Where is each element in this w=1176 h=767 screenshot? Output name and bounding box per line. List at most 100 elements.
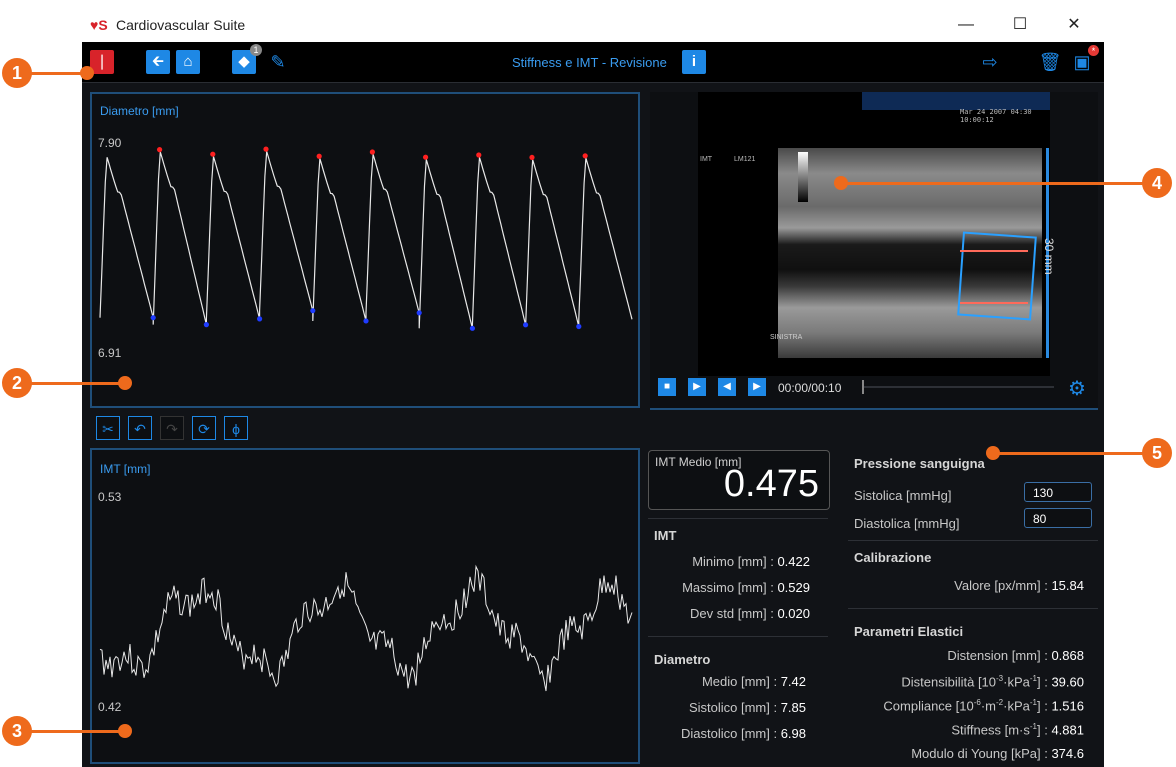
elastic-title: Parametri Elastici — [854, 624, 964, 639]
callout-5-line — [996, 452, 1144, 455]
video-seek-handle[interactable] — [862, 380, 864, 394]
diastolic-trough-marker — [363, 318, 369, 324]
scale-label: 30 mm — [1042, 238, 1056, 275]
cut-tool-button[interactable]: ✂ — [96, 416, 120, 440]
minimize-button[interactable]: — — [946, 12, 986, 38]
ultrasound-imt-label: IMT — [700, 156, 713, 163]
callout-4-line — [842, 182, 1144, 185]
roi-lower-trace — [960, 302, 1028, 304]
diastolic-trough-marker — [310, 308, 316, 314]
ultrasound-time: 10:00:12 — [960, 116, 994, 124]
diameter-chart-panel: Diametro [mm] 7.90 6.91 — [90, 92, 640, 408]
redo-icon: ↷ — [166, 421, 178, 437]
callout-3-dot — [118, 724, 132, 738]
imt-waveform[interactable] — [92, 450, 638, 762]
diastolic-input[interactable]: 80 — [1024, 508, 1092, 528]
diametro-stats-title: Diametro — [654, 652, 711, 667]
imt-medio-value: 0.475 — [723, 463, 819, 505]
step-forward-icon: ▶ — [753, 381, 761, 392]
step-back-icon: ◀ — [723, 381, 731, 392]
imt-max-row: Massimo [mm] : 0.529 — [682, 580, 810, 595]
video-time: 00:00/00:10 — [778, 381, 842, 395]
play-icon: ▶ — [693, 381, 701, 392]
grayscale-bar — [798, 152, 808, 202]
diametro-diastolico-row: Diastolico [mm] : 6.98 — [680, 726, 806, 741]
imt-medio-box: IMT Medio [mm] 0.475 — [648, 450, 830, 510]
tag-count-badge: 1 — [250, 44, 262, 56]
video-seek-bar[interactable] — [862, 386, 1054, 388]
redo-button[interactable]: ↷ — [160, 416, 184, 440]
imt-min-row: Minimo [mm] : 0.422 — [692, 554, 810, 569]
callout-2-dot — [118, 376, 132, 390]
stop-icon: ■ — [663, 381, 671, 392]
edit-button[interactable]: ✎ — [266, 50, 290, 74]
callout-4: 4 — [1142, 168, 1172, 198]
systolic-peak-marker — [263, 146, 269, 152]
diastolic-trough-marker — [150, 315, 156, 321]
back-arrow-icon: 🡰 — [151, 53, 165, 70]
divider — [648, 636, 828, 637]
step-back-button[interactable]: ◀ — [718, 378, 736, 396]
imt-trace — [99, 564, 633, 692]
phi-button[interactable]: ϕ — [224, 416, 248, 440]
diameter-waveform[interactable] — [92, 94, 638, 406]
info-button[interactable]: i — [682, 50, 706, 74]
callout-1: 1 — [2, 58, 32, 88]
phi-icon: ϕ — [232, 421, 240, 437]
callout-5-dot — [986, 446, 1000, 460]
young-row: Modulo di Young [kPa] : 374.6 — [911, 746, 1084, 761]
home-button[interactable]: ⌂ — [176, 50, 200, 74]
calibration-title: Calibrazione — [854, 550, 932, 565]
maximize-button[interactable]: ☐ — [1000, 12, 1040, 38]
divider — [648, 518, 828, 519]
settings-gear-icon[interactable]: ⚙ — [1068, 376, 1086, 401]
ultrasound-bottom-label: SINISTRA — [770, 334, 803, 341]
pressure-title: Pressione sanguigna — [854, 456, 985, 471]
unsaved-badge: * — [1088, 45, 1099, 56]
imt-stats-title: IMT — [654, 528, 677, 543]
callout-4-dot — [834, 176, 848, 190]
callout-3-line — [30, 730, 122, 733]
scissors-icon: ✂ — [102, 421, 114, 437]
callout-5: 5 — [1142, 438, 1172, 468]
ultrasound-side-label: LM121 — [734, 156, 756, 163]
systolic-label: Sistolica [mmHg] — [854, 488, 952, 503]
step-forward-button[interactable]: ▶ — [748, 378, 766, 396]
imt-std-row: Dev std [mm] : 0.020 — [690, 606, 810, 621]
app-logo-icon: ♥S — [90, 17, 108, 33]
diametro-sistolico-row: Sistolico [mm] : 7.85 — [688, 700, 806, 715]
back-button[interactable]: 🡰 — [146, 50, 170, 74]
systolic-peak-marker — [316, 153, 322, 159]
close-button[interactable]: ✕ — [1054, 12, 1094, 38]
trash-icon: 🗑 — [1038, 52, 1062, 72]
diastolic-trough-marker — [257, 316, 263, 322]
divider — [848, 608, 1098, 609]
play-button[interactable]: ▶ — [688, 378, 706, 396]
window-title: Cardiovascular Suite — [116, 17, 246, 33]
systolic-peak-marker — [529, 154, 535, 161]
undo-button[interactable]: ↶ — [128, 416, 152, 440]
export-icon: ⇨ — [982, 52, 998, 72]
diastolic-trough-marker — [523, 322, 529, 328]
video-panel: Mar 24 2007 04:30 10:00:12 IMT LM121 SIN… — [650, 92, 1098, 410]
main-toolbar: ❘ 🡰 ⌂ ◆ 1 ✎ Stiffness e IMT - Revisione … — [82, 42, 1104, 83]
systolic-peak-marker — [582, 153, 588, 159]
calibration-row: Valore [px/mm] : 15.84 — [954, 578, 1084, 593]
page-title: Stiffness e IMT - Revisione — [512, 55, 667, 70]
imt-chart-panel: IMT [mm] 0.53 0.42 — [90, 448, 640, 764]
diametro-medio-row: Medio [mm] : 7.42 — [701, 674, 806, 689]
info-icon: i — [691, 53, 697, 70]
systolic-input[interactable]: 130 — [1024, 482, 1092, 502]
export-button[interactable]: ⇨ — [978, 50, 1002, 74]
stop-button[interactable]: ■ — [658, 378, 676, 396]
diastolic-label: Diastolica [mmHg] — [854, 516, 960, 531]
ultrasound-image[interactable]: Mar 24 2007 04:30 10:00:12 IMT LM121 SIN… — [698, 92, 1050, 376]
delete-button[interactable]: 🗑 — [1038, 50, 1062, 74]
ultrasound-date: Mar 24 2007 04:30 — [960, 108, 1032, 116]
callout-2: 2 — [2, 368, 32, 398]
diastolic-trough-marker — [469, 325, 475, 331]
systolic-peak-marker — [476, 152, 482, 158]
compliance-row: Compliance [10-6·m-2·kPa-1] : 1.516 — [883, 698, 1084, 714]
refresh-button[interactable]: ⟳ — [192, 416, 216, 440]
roi-box[interactable] — [957, 231, 1037, 321]
